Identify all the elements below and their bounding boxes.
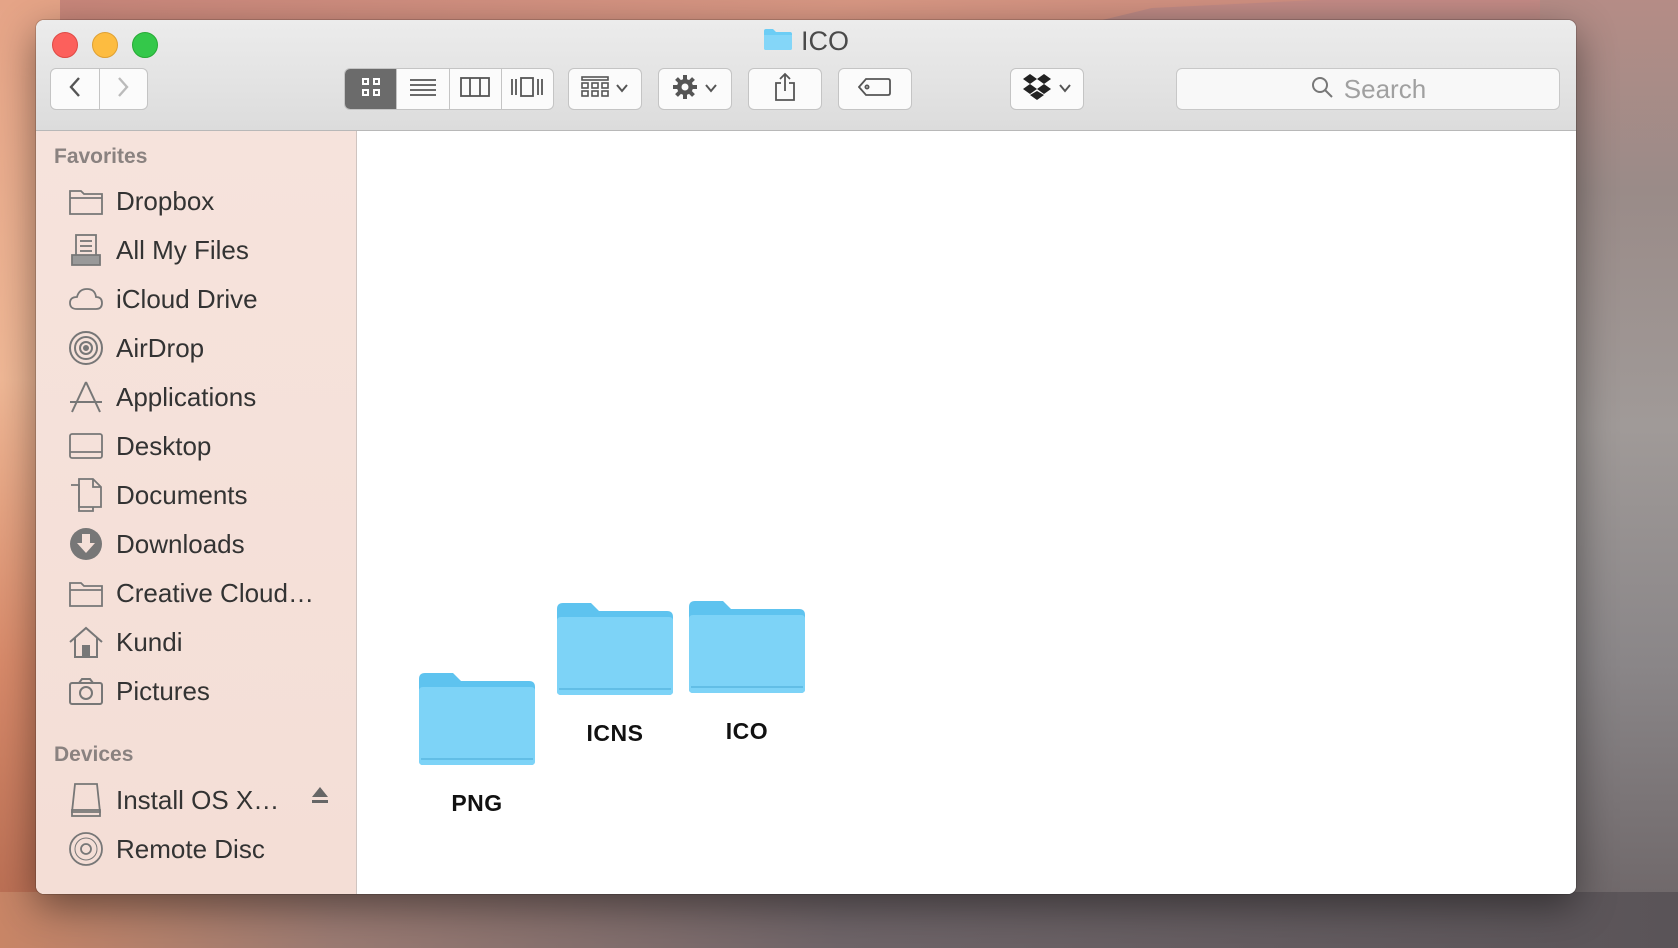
column-view-button[interactable] <box>448 69 501 109</box>
sidebar-item-label: iCloud Drive <box>116 283 258 314</box>
cloud-icon <box>66 279 106 319</box>
share-icon <box>773 72 797 107</box>
sidebar-item-pictures[interactable]: Pictures <box>66 669 356 713</box>
action-button[interactable] <box>658 68 732 110</box>
desktop-icon <box>66 426 106 466</box>
search-placeholder: Search <box>1343 73 1427 104</box>
title-area: ICO <box>36 26 1576 57</box>
folder-icon <box>763 27 793 56</box>
chevron-down-icon <box>704 80 718 98</box>
sidebar-item-all-my-files[interactable]: All My Files <box>66 228 356 272</box>
folder-item-icns[interactable]: ICNS <box>555 601 675 747</box>
window-title: ICO <box>800 26 849 56</box>
coverflow-icon <box>510 76 544 103</box>
sidebar-item-label: AirDrop <box>116 332 205 363</box>
list-icon <box>409 76 437 103</box>
sidebar-item-label: Pictures <box>116 675 210 706</box>
sidebar-item-airdrop[interactable]: AirDrop <box>66 326 356 370</box>
list-view-button[interactable] <box>396 69 448 109</box>
chevron-right-icon <box>115 75 131 104</box>
icon-view-button[interactable] <box>345 69 397 109</box>
folder-item-png[interactable]: PNG <box>417 671 537 817</box>
folder-item-ico[interactable]: ICO <box>687 599 807 745</box>
camera-icon <box>66 671 106 711</box>
sidebar-item-applications[interactable]: Applications <box>66 375 356 419</box>
sidebar-item-dropbox[interactable]: Dropbox <box>66 179 356 223</box>
folder-icon <box>555 601 675 702</box>
eject-icon[interactable] <box>311 785 329 810</box>
back-button[interactable] <box>51 69 99 109</box>
folder-name: ICO <box>725 718 769 744</box>
sidebar-item-desktop[interactable]: Desktop <box>66 424 356 468</box>
sidebar-item-creative-cloud[interactable]: Creative Cloud… <box>66 571 356 615</box>
columns-icon <box>460 76 491 103</box>
folder-name: PNG <box>451 790 503 816</box>
back-forward-group <box>50 68 148 110</box>
sidebar-item-label: Remote Disc <box>116 833 265 864</box>
dropbox-icon <box>1022 73 1052 106</box>
favorites-heading: Favorites <box>54 145 148 168</box>
search-icon <box>1310 75 1334 104</box>
grid-icon <box>360 76 382 103</box>
sidebar-item-remote-disc[interactable]: Remote Disc <box>66 827 356 871</box>
sidebar-item-label: Dropbox <box>116 185 215 216</box>
sidebar-item-label: Downloads <box>116 528 245 559</box>
chevron-down-icon <box>1058 80 1072 98</box>
drive-icon <box>66 780 106 820</box>
sidebar-item-label: Kundi <box>116 626 183 657</box>
share-button[interactable] <box>748 68 822 110</box>
forward-button[interactable] <box>98 69 148 109</box>
folder-icon <box>66 181 106 221</box>
gear-icon <box>672 74 698 105</box>
finder-window: ICO Search Favorites Dropbox All My File… <box>36 20 1576 894</box>
sidebar-item-label: Applications <box>116 381 257 412</box>
search-field[interactable]: Search <box>1176 68 1560 110</box>
documents-icon <box>66 475 106 515</box>
home-icon <box>66 622 106 662</box>
folder-icon <box>417 671 537 772</box>
file-browser-content: PNG ICNS ICO <box>357 131 1576 894</box>
toolbar: ICO Search <box>36 20 1576 131</box>
sidebar-item-icloud-drive[interactable]: iCloud Drive <box>66 277 356 321</box>
sidebar-item-documents[interactable]: Documents <box>66 473 356 517</box>
view-mode-group <box>344 68 554 110</box>
tag-icon <box>857 77 892 102</box>
folder-icon <box>687 599 807 700</box>
dropbox-menu-button[interactable] <box>1010 68 1084 110</box>
desktop-wallpaper-bottom <box>0 892 1678 948</box>
devices-heading: Devices <box>54 743 134 766</box>
chevron-down-icon <box>615 80 629 98</box>
all-files-icon <box>66 230 106 270</box>
sidebar-item-label: Documents <box>116 479 248 510</box>
coverflow-view-button[interactable] <box>500 69 553 109</box>
disc-icon <box>66 829 106 869</box>
edit-tags-button[interactable] <box>838 68 912 110</box>
arrange-button[interactable] <box>568 68 642 110</box>
downloads-icon <box>66 524 106 564</box>
chevron-left-icon <box>67 75 83 104</box>
sidebar-item-label: Desktop <box>116 430 212 461</box>
folder-icon <box>66 573 106 613</box>
applications-icon <box>66 377 106 417</box>
arrange-grid-icon <box>581 75 609 103</box>
airdrop-icon <box>66 328 106 368</box>
sidebar-item-kundi[interactable]: Kundi <box>66 620 356 664</box>
folder-name: ICNS <box>586 720 644 746</box>
sidebar-item-downloads[interactable]: Downloads <box>66 522 356 566</box>
sidebar-item-label: All My Files <box>116 234 249 265</box>
sidebar-item-label: Install OS X… <box>116 784 280 815</box>
sidebar-item-label: Creative Cloud… <box>116 577 314 608</box>
sidebar: Favorites Dropbox All My Files iCloud Dr… <box>36 131 357 894</box>
